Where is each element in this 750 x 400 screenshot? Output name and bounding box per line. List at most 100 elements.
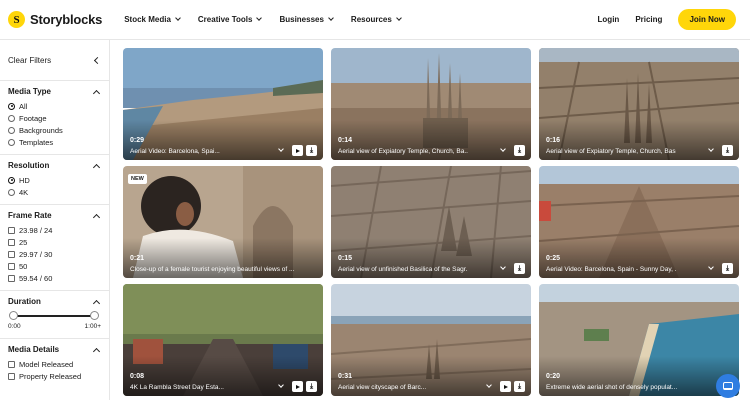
frame-rate-option[interactable]: 23.98 / 24 [8,224,101,236]
duration-label: 0:29 [130,137,145,144]
media-details-header[interactable]: Media Details [8,345,101,355]
nav-businesses-label: Businesses [279,15,324,24]
resolution-option-4k[interactable]: 4K [8,186,101,198]
chat-bubble-icon [723,382,733,390]
slider-max-handle[interactable] [90,311,99,320]
nav-resources[interactable]: Resources [351,15,402,24]
video-title[interactable]: Aerial Video: Barcelona, Spain - Sunny D… [546,266,676,273]
option-label: All [19,101,28,111]
media-type-option-templates[interactable]: Templates [8,136,101,148]
download-button[interactable]: ⤓ [722,263,733,274]
play-preview-button[interactable] [500,381,511,392]
resolution-header[interactable]: Resolution [8,161,101,171]
download-button[interactable]: ⤓ [514,381,525,392]
download-button[interactable]: ⤓ [306,145,317,156]
video-title[interactable]: Extreme wide aerial shot of densely popu… [546,384,677,391]
video-title[interactable]: Close-up of a female tourist enjoying be… [130,266,294,273]
frame-rate-option[interactable]: 29.97 / 30 [8,248,101,260]
tile-actions: ⤓ [708,263,733,274]
video-title[interactable]: Aerial Video: Barcelona, Spai... [130,148,220,155]
download-button[interactable]: ⤓ [306,381,317,392]
chevron-down-icon[interactable] [500,264,506,270]
support-chat-button[interactable] [716,374,740,398]
video-title[interactable]: Aerial view of Expiatory Temple, Church,… [546,148,676,155]
frame-rate-option[interactable]: 50 [8,260,101,272]
video-thumbnail[interactable]: 0:15 Aerial view of unfinished Basilica … [331,166,531,278]
duration-slider[interactable]: 0:00 1:00+ [8,310,101,332]
storyblocks-logo[interactable]: S Storyblocks [8,11,102,28]
option-label: Property Released [19,371,82,381]
duration-label: 0:25 [546,255,561,262]
media-details-option-property[interactable]: Property Released [8,370,101,382]
video-thumbnail[interactable]: 0:31 Aerial view cityscape of Barc... ⤓ [331,284,531,396]
filter-sidebar: Clear Filters Media Type All Footage Bac… [0,40,110,400]
nav-creative-tools-label: Creative Tools [197,15,253,24]
video-thumbnail[interactable]: NEW 0:21 Close-up of a female tourist en… [123,166,323,278]
option-label: 59.54 / 60 [19,273,53,283]
video-thumbnail[interactable]: 0:16 Aerial view of Expiatory Temple, Ch… [539,48,739,160]
chevron-down-icon[interactable] [278,146,284,152]
checkbox[interactable] [8,262,15,270]
chevron-down-icon[interactable] [500,146,506,152]
video-thumbnail[interactable]: 0:29 Aerial Video: Barcelona, Spai... ⤓ [123,48,323,160]
chevron-down-icon[interactable] [486,382,492,388]
media-type-section: Media Type All Footage Backgrounds Templ… [0,81,109,155]
resolution-section: Resolution HD 4K [0,155,109,205]
radio[interactable] [8,126,15,134]
video-thumbnail[interactable]: 0:08 4K La Rambla Street Day Esta... ⤓ [123,284,323,396]
video-title[interactable]: 4K La Rambla Street Day Esta... [130,384,224,391]
checkbox[interactable] [8,250,15,258]
checkbox[interactable] [8,238,15,246]
download-button[interactable]: ⤓ [514,263,525,274]
radio-selected[interactable] [8,102,15,110]
download-button[interactable]: ⤓ [514,145,525,156]
slider-min-handle[interactable] [9,311,18,320]
checkbox[interactable] [8,372,15,380]
video-title[interactable]: Aerial view of unfinished Basilica of th… [338,266,468,273]
frame-rate-option[interactable]: 25 [8,236,101,248]
login-link[interactable]: Login [598,15,620,24]
download-icon: ⤓ [517,147,522,154]
play-preview-button[interactable] [292,145,303,156]
join-now-button[interactable]: Join Now [678,9,736,30]
clear-filters-link[interactable]: Clear Filters [8,56,51,65]
collapse-sidebar-icon[interactable] [93,56,102,64]
radio-selected[interactable] [8,176,15,184]
media-type-option-backgrounds[interactable]: Backgrounds [8,124,101,136]
tile-actions: ⤓ [500,263,525,274]
nav-businesses[interactable]: Businesses [279,15,334,24]
frame-rate-option[interactable]: 59.54 / 60 [8,272,101,284]
pricing-link[interactable]: Pricing [635,15,662,24]
video-thumbnail[interactable]: 0:20 Extreme wide aerial shot of densely… [539,284,739,396]
tile-actions: ⤓ [278,381,317,392]
brand-name: Storyblocks [30,12,103,27]
chevron-down-icon[interactable] [708,146,714,152]
frame-rate-header[interactable]: Frame Rate [8,211,101,221]
video-thumbnail[interactable]: 0:14 Aerial view of Expiatory Temple, Ch… [331,48,531,160]
duration-header[interactable]: Duration [8,297,101,307]
duration-label: 0:21 [130,255,145,262]
media-type-option-all[interactable]: All [8,100,101,112]
tile-actions: ⤓ [278,145,317,156]
media-details-option-model[interactable]: Model Released [8,358,101,370]
media-details-title: Media Details [8,345,60,354]
radio[interactable] [8,188,15,196]
chevron-down-icon[interactable] [708,264,714,270]
video-thumbnail[interactable]: 0:25 Aerial Video: Barcelona, Spain - Su… [539,166,739,278]
radio[interactable] [8,138,15,146]
checkbox[interactable] [8,360,15,368]
checkbox[interactable] [8,274,15,282]
checkbox[interactable] [8,226,15,234]
media-type-option-footage[interactable]: Footage [8,112,101,124]
download-button[interactable]: ⤓ [722,145,733,156]
nav-creative-tools[interactable]: Creative Tools [197,15,263,24]
video-title[interactable]: Aerial view of Expiatory Temple, Church,… [338,148,468,155]
nav-stock-media[interactable]: Stock Media [124,15,181,24]
radio[interactable] [8,114,15,122]
play-preview-button[interactable] [292,381,303,392]
chevron-down-icon[interactable] [278,382,284,388]
resolution-option-hd[interactable]: HD [8,174,101,186]
slider-min-label: 0:00 [8,323,21,330]
video-title[interactable]: Aerial view cityscape of Barc... [338,384,426,391]
media-type-header[interactable]: Media Type [8,87,101,97]
